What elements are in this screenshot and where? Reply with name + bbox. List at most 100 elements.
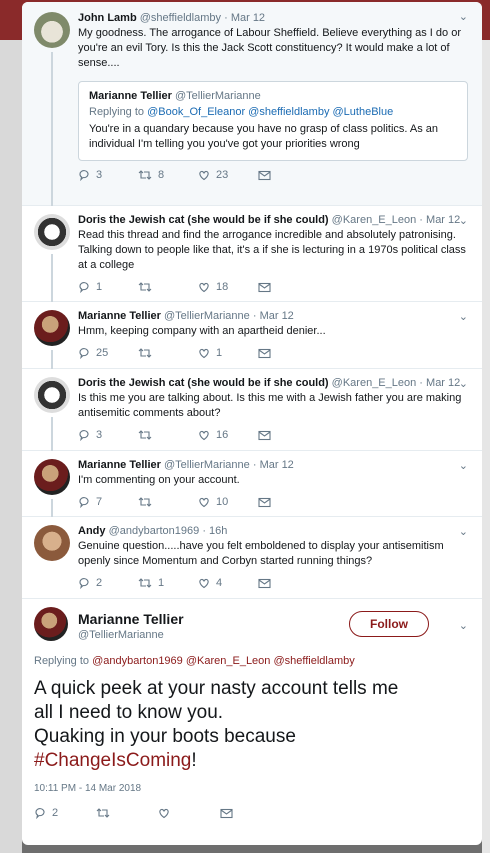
reply-button[interactable]: 2 xyxy=(34,807,96,819)
avatar[interactable] xyxy=(34,310,70,346)
author-handle[interactable]: @Karen_E_Leon xyxy=(332,377,417,389)
replying-handles[interactable]: @andybarton1969 @Karen_E_Leon @sheffield… xyxy=(92,655,355,667)
like-button[interactable]: 10 xyxy=(198,496,258,508)
quoted-tweet[interactable]: Marianne Tellier @TellierMarianne Replyi… xyxy=(78,81,468,161)
chevron-down-icon[interactable]: ⌄ xyxy=(459,310,468,323)
author-name[interactable]: Marianne Tellier xyxy=(78,459,161,471)
author-handle[interactable]: @TellierMarianne xyxy=(164,310,250,322)
reply-button[interactable]: 3 xyxy=(78,169,138,181)
tweet-text-line: #ChangeIsComing! xyxy=(34,749,464,773)
tweet-actions: 7 10 xyxy=(78,496,468,508)
retweet-button[interactable] xyxy=(138,281,198,293)
like-button[interactable] xyxy=(158,807,220,819)
list-item[interactable]: Marianne Tellier @TellierMarianne · Mar … xyxy=(22,451,482,517)
avatar[interactable] xyxy=(34,525,70,561)
like-button[interactable]: 18 xyxy=(198,281,258,293)
separator: · xyxy=(224,12,228,24)
author-name[interactable]: Marianne Tellier xyxy=(78,310,161,322)
list-item[interactable]: Doris the Jewish cat (she would be if sh… xyxy=(22,369,482,451)
tweet-time[interactable]: Mar 12 xyxy=(231,12,265,24)
dm-button[interactable] xyxy=(220,808,282,819)
list-item[interactable]: Doris the Jewish cat (she would be if sh… xyxy=(22,206,482,302)
tweet-time[interactable]: Mar 12 xyxy=(260,459,294,471)
retweet-icon xyxy=(138,348,152,358)
retweet-button[interactable] xyxy=(138,496,198,508)
retweet-button[interactable] xyxy=(138,347,198,359)
dm-button[interactable] xyxy=(258,497,318,508)
retweet-button[interactable]: 8 xyxy=(138,169,198,181)
author-name[interactable]: Doris the Jewish cat (she would be if sh… xyxy=(78,377,329,389)
retweet-count: 8 xyxy=(158,169,165,181)
tweet-header: John Lamb @sheffieldlamby · Mar 12 xyxy=(78,12,468,24)
tweet-time[interactable]: 16h xyxy=(209,525,227,537)
reply-button[interactable]: 25 xyxy=(78,347,138,359)
dm-button[interactable] xyxy=(258,430,318,441)
author-handle[interactable]: @Karen_E_Leon xyxy=(332,214,417,226)
like-count: 10 xyxy=(216,496,229,508)
tweet-text: Read this thread and find the arrogance … xyxy=(78,229,466,271)
retweet-icon xyxy=(138,430,152,440)
dm-button[interactable] xyxy=(258,170,318,181)
follow-button[interactable]: Follow xyxy=(349,611,429,637)
author-name[interactable]: John Lamb xyxy=(78,12,137,24)
reply-count: 2 xyxy=(52,807,59,819)
avatar[interactable] xyxy=(34,459,70,495)
separator: · xyxy=(252,459,257,471)
author-name[interactable]: Doris the Jewish cat (she would be if sh… xyxy=(78,214,329,226)
chevron-down-icon[interactable]: ⌄ xyxy=(459,525,468,538)
avatar[interactable] xyxy=(34,607,68,641)
hashtag-link[interactable]: #ChangeIsComing xyxy=(34,750,191,771)
author-name[interactable]: Andy xyxy=(78,525,106,537)
author-name[interactable]: Marianne Tellier xyxy=(78,611,184,627)
background-left xyxy=(0,40,22,853)
tweet-actions: 2 xyxy=(34,807,282,819)
chevron-down-icon[interactable]: ⌄ xyxy=(459,619,468,632)
dm-button[interactable] xyxy=(258,282,318,293)
reply-button[interactable]: 2 xyxy=(78,577,138,589)
separator: · xyxy=(419,377,423,389)
tweet-time[interactable]: Mar 12 xyxy=(426,214,460,226)
author-handle[interactable]: @andybarton1969 xyxy=(109,525,200,537)
dm-button[interactable] xyxy=(258,348,318,359)
chevron-down-icon[interactable]: ⌄ xyxy=(459,459,468,472)
tweet-timestamp[interactable]: 10:11 PM - 14 Mar 2018 xyxy=(34,783,141,794)
like-button[interactable]: 4 xyxy=(198,577,258,589)
tweet-time[interactable]: Mar 12 xyxy=(426,377,460,389)
retweet-button[interactable] xyxy=(96,807,158,819)
envelope-icon xyxy=(258,497,271,507)
tweet-time[interactable]: Mar 12 xyxy=(260,310,294,322)
chevron-down-icon[interactable]: ⌄ xyxy=(459,377,468,390)
chevron-down-icon[interactable]: ⌄ xyxy=(459,214,468,227)
retweet-icon xyxy=(96,808,110,818)
retweet-button[interactable]: 1 xyxy=(138,577,198,589)
like-button[interactable]: 23 xyxy=(198,169,258,181)
reply-button[interactable]: 7 xyxy=(78,496,138,508)
author-handle[interactable]: @sheffieldlamby xyxy=(140,12,221,24)
chevron-down-icon[interactable]: ⌄ xyxy=(459,10,468,23)
separator: · xyxy=(252,310,257,322)
dm-button[interactable] xyxy=(258,578,318,589)
avatar[interactable] xyxy=(34,12,70,48)
reply-count: 7 xyxy=(96,496,103,508)
heart-icon xyxy=(199,430,209,441)
reply-button[interactable]: 3 xyxy=(78,429,138,441)
retweet-button[interactable] xyxy=(138,429,198,441)
list-item[interactable]: Andy @andybarton1969 · 16h Genuine quest… xyxy=(22,517,482,599)
retweet-icon xyxy=(138,170,152,180)
thread-line xyxy=(51,417,53,451)
like-button[interactable]: 16 xyxy=(198,429,258,441)
top-tweet[interactable]: John Lamb @sheffieldlamby · Mar 12 My go… xyxy=(22,2,482,206)
tweet-text: Hmm, keeping company with an apartheid d… xyxy=(78,325,326,337)
author-handle[interactable]: @TellierMarianne xyxy=(78,629,164,641)
avatar[interactable] xyxy=(34,214,70,250)
list-item[interactable]: Marianne Tellier @TellierMarianne · Mar … xyxy=(22,302,482,369)
reply-icon xyxy=(79,497,89,508)
replying-handles[interactable]: @Book_Of_Eleanor @sheffieldlamby @LutheB… xyxy=(147,106,393,118)
like-button[interactable]: 1 xyxy=(198,347,258,359)
reply-button[interactable]: 1 xyxy=(78,281,138,293)
heart-icon xyxy=(199,578,209,589)
avatar[interactable] xyxy=(34,377,70,413)
replying-prefix: Replying to xyxy=(89,106,145,118)
reply-count: 2 xyxy=(96,577,103,589)
author-handle[interactable]: @TellierMarianne xyxy=(164,459,250,471)
